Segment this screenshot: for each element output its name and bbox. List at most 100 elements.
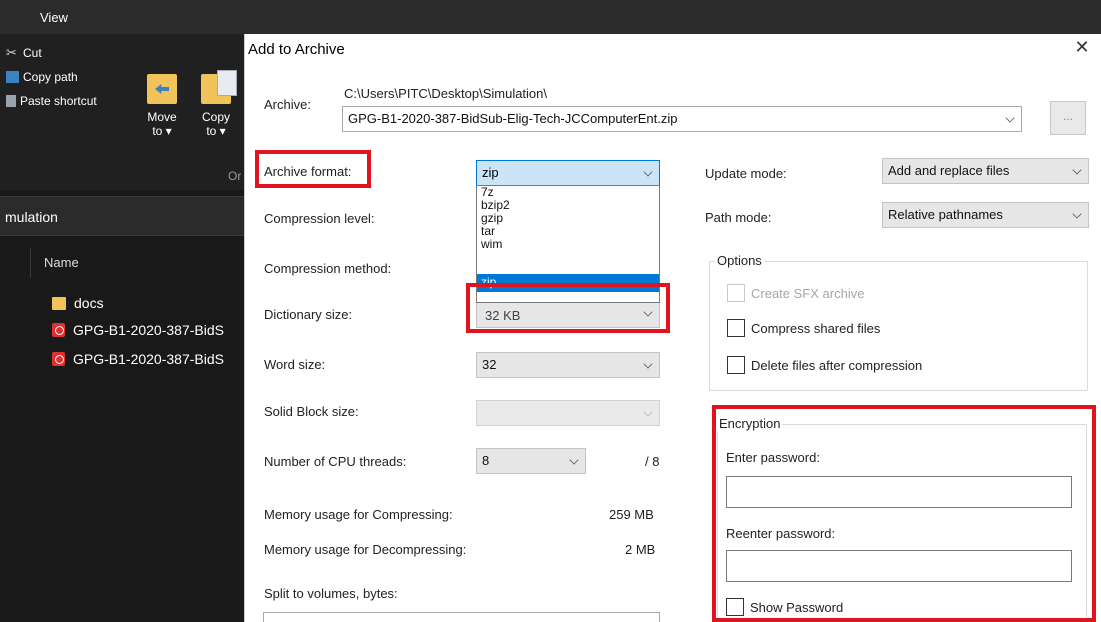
update-mode-combo[interactable]: Add and replace files [882,158,1089,184]
memory-compress-value: 259 MB [609,507,654,522]
format-option-zip[interactable]: zip [477,274,659,292]
cpu-threads-value: 8 [482,453,490,468]
cpu-threads-max: / 8 [645,454,660,469]
format-option-tar[interactable]: tar [477,225,659,238]
path-mode-label: Path mode: [705,210,772,225]
address-text: mulation [5,209,58,225]
archive-format-dropdown-list: 7z bzip2 gzip tar wim zip [476,185,660,303]
enter-password-input[interactable] [726,476,1072,508]
tab-view[interactable]: View [40,10,68,25]
show-password-option[interactable]: Show Password [726,598,843,616]
file-name: GPG-B1-2020-387-BidS [73,351,224,367]
file-row-docs[interactable]: docs [52,295,104,311]
dictionary-size-combo[interactable]: 32 KB [476,300,660,328]
browse-button[interactable]: ... [1050,101,1086,135]
archive-name-combo[interactable]: GPG-B1-2020-387-BidSub-Elig-Tech-JCCompu… [342,106,1022,132]
chevron-down-icon [569,455,579,465]
memory-decompress-label: Memory usage for Decompressing: [264,542,467,557]
copy-to-button[interactable]: Copy to ▾ [196,70,237,138]
compression-method-label: Compression method: [264,261,392,276]
pdf-icon [52,352,65,366]
move-to-icon [147,74,177,104]
create-sfx-checkbox [727,284,745,302]
dictionary-size-value: 32 KB [485,308,521,323]
scissors-icon: ✂ [6,45,17,60]
word-size-value: 32 [482,357,497,372]
cpu-threads-label: Number of CPU threads: [264,454,407,469]
file-name: GPG-B1-2020-387-BidS [73,322,224,338]
delete-after-checkbox[interactable] [727,356,745,374]
explorer-title-bar: View [0,0,1101,34]
address-bar[interactable]: mulation [0,196,245,236]
cut-button[interactable]: ✂ Cut [6,46,42,60]
chevron-down-icon [643,307,653,317]
copy-to-icon [201,70,237,104]
word-size-combo[interactable]: 32 [476,352,660,378]
encryption-group-title: Encryption [717,416,783,431]
column-separator [30,248,31,278]
explorer-ribbon: ✂ Cut Copy path Paste shortcut Move to ▾… [0,34,245,190]
ribbon-group-label: Or [228,169,242,183]
update-mode-label: Update mode: [705,166,787,181]
file-row-pdf-2[interactable]: GPG-B1-2020-387-BidS [52,351,224,367]
file-name: docs [74,295,104,311]
folder-icon [52,296,66,310]
delete-after-option[interactable]: Delete files after compression [727,356,922,374]
copy-path-label: Copy path [23,70,78,84]
archive-path: C:\Users\PITC\Desktop\Simulation\ [344,86,548,101]
enter-password-label: Enter password: [726,450,820,465]
format-option-gzip[interactable]: gzip [477,212,659,225]
copy-path-icon [6,71,19,83]
move-to-label-line1: Move [147,110,177,124]
format-option-wim[interactable]: wim [477,238,659,251]
reenter-password-label: Reenter password: [726,526,836,541]
split-volumes-combo[interactable] [263,612,660,622]
compression-level-label: Compression level: [264,211,375,226]
add-to-archive-dialog: Add to Archive ✕ Archive: C:\Users\PITC\… [244,34,1101,622]
reenter-password-input[interactable] [726,550,1072,582]
word-size-label: Word size: [264,357,326,372]
chevron-down-icon [1005,113,1015,123]
compress-shared-option[interactable]: Compress shared files [727,319,880,337]
archive-format-combo[interactable]: zip [476,160,660,186]
show-password-checkbox[interactable] [726,598,744,616]
cut-label: Cut [23,46,42,60]
options-group-title: Options [715,253,764,268]
path-mode-combo[interactable]: Relative pathnames [882,202,1089,228]
copy-path-button[interactable]: Copy path [6,70,78,84]
create-sfx-option: Create SFX archive [727,284,864,302]
chevron-down-icon [643,167,653,177]
chevron-down-icon [643,359,653,369]
paste-shortcut-button[interactable]: Paste shortcut [6,94,97,108]
show-password-label: Show Password [750,599,844,615]
dictionary-size-label: Dictionary size: [264,307,353,322]
archive-format-value: zip [482,165,499,180]
compress-shared-label: Compress shared files [751,320,881,336]
delete-after-label: Delete files after compression [751,357,923,373]
compress-shared-checkbox[interactable] [727,319,745,337]
format-option-bzip2[interactable]: bzip2 [477,199,659,212]
chevron-down-icon [1072,165,1082,175]
copy-to-label-line2: to ▾ [206,124,226,138]
solid-block-size-combo [476,400,660,426]
split-volumes-label: Split to volumes, bytes: [264,586,398,601]
archive-format-label: Archive format: [264,164,352,179]
close-icon[interactable]: ✕ [1071,37,1093,59]
paste-shortcut-label: Paste shortcut [20,94,97,108]
path-mode-value: Relative pathnames [888,207,1003,222]
move-to-button[interactable]: Move to ▾ [142,74,182,138]
chevron-down-icon [1072,209,1082,219]
memory-compress-label: Memory usage for Compressing: [264,507,453,522]
update-mode-value: Add and replace files [888,163,1010,178]
pdf-icon [52,323,65,337]
memory-decompress-value: 2 MB [625,542,656,557]
chevron-down-icon [643,407,653,417]
move-to-label-line2: to ▾ [152,124,172,138]
cpu-threads-combo[interactable]: 8 [476,448,586,474]
copy-to-label-line1: Copy [201,110,230,124]
dialog-title: Add to Archive [248,41,345,58]
archive-label: Archive: [264,97,311,112]
file-row-pdf-1[interactable]: GPG-B1-2020-387-BidS [52,322,224,338]
solid-block-size-label: Solid Block size: [264,404,359,419]
column-header-name[interactable]: Name [44,255,79,270]
